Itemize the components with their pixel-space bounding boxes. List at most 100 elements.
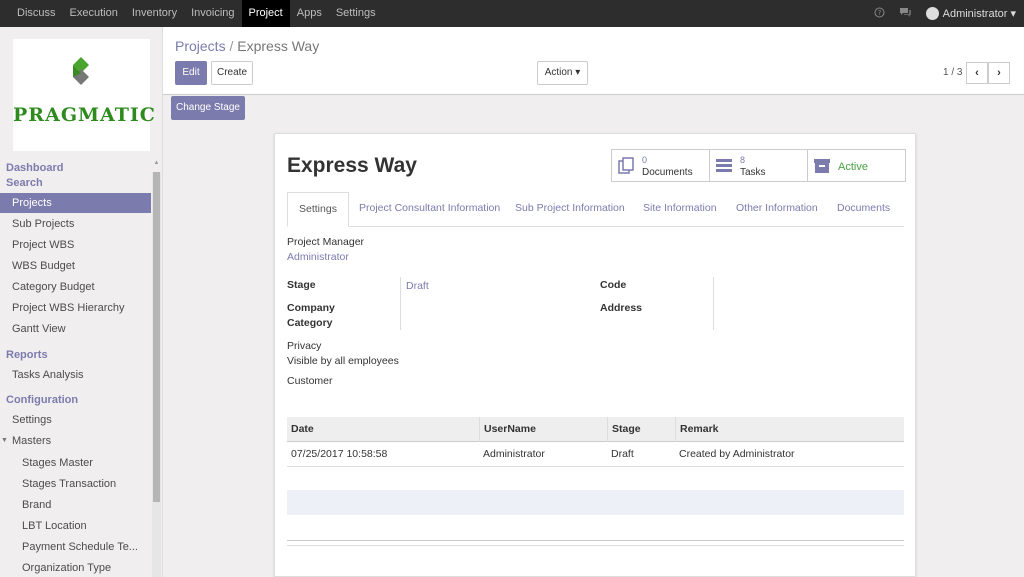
privacy-value[interactable]: Visible by all employees — [287, 355, 399, 367]
notebook-tabs: Settings Project Consultant Information … — [287, 192, 904, 227]
tasks-icon — [716, 159, 732, 172]
sidebar-item-projects[interactable]: Projects — [0, 193, 151, 213]
record-title: Express Way — [287, 154, 417, 177]
sidebar-item-gantt-view[interactable]: Gantt View — [0, 319, 151, 339]
tasks-label: Tasks — [740, 167, 766, 178]
help-icon[interactable]: ? — [874, 7, 885, 21]
user-menu[interactable]: Administrator ▾ — [943, 7, 1016, 20]
sidebar-item-stages-master[interactable]: Stages Master — [0, 453, 151, 473]
logo-text: PRAGMATIC — [13, 104, 156, 126]
menu-discuss[interactable]: Discuss — [10, 0, 63, 27]
documents-icon — [618, 157, 634, 174]
menu-apps[interactable]: Apps — [290, 0, 329, 27]
app-menu: Discuss Execution Inventory Invoicing Pr… — [10, 0, 383, 27]
sidebar-configuration: Configuration — [6, 394, 79, 406]
company-label: Company — [287, 302, 335, 314]
sidebar-scrollbar[interactable]: ▲ — [152, 160, 161, 577]
table-empty-row — [287, 490, 904, 515]
edit-button[interactable]: Edit — [175, 61, 207, 85]
menu-execution[interactable]: Execution — [63, 0, 125, 27]
pager-value[interactable]: 1 / 3 — [943, 67, 962, 78]
change-stage-button[interactable]: Change Stage — [171, 96, 245, 120]
logo-mark-icon — [73, 57, 89, 85]
column-remark[interactable]: Remark — [675, 417, 904, 442]
documents-label: Documents — [642, 167, 693, 178]
sidebar-item-sub-projects[interactable]: Sub Projects — [0, 214, 151, 234]
sidebar-item-stages-transaction[interactable]: Stages Transaction — [0, 474, 151, 494]
breadcrumb-separator: / — [225, 38, 238, 54]
project-manager-label: Project Manager — [287, 236, 365, 248]
top-navbar: Discuss Execution Inventory Invoicing Pr… — [0, 0, 1024, 27]
sidebar-item-masters[interactable]: ▼ Masters — [0, 431, 151, 451]
column-date[interactable]: Date — [287, 417, 479, 442]
create-button[interactable]: Create — [211, 61, 253, 85]
sidebar-item-project-wbs-hierarchy[interactable]: Project WBS Hierarchy — [0, 298, 151, 318]
menu-settings[interactable]: Settings — [329, 0, 383, 27]
company-logo: PRAGMATIC — [13, 39, 156, 151]
tab-documents[interactable]: Documents — [837, 192, 890, 227]
cell-remark: Created by Administrator — [679, 448, 795, 460]
sidebar-search[interactable]: Search — [6, 177, 43, 189]
avatar[interactable] — [925, 7, 939, 20]
stage-value[interactable]: Draft — [406, 280, 429, 292]
menu-invoicing[interactable]: Invoicing — [184, 0, 241, 27]
cell-stage: Draft — [611, 448, 634, 460]
sidebar-item-brand[interactable]: Brand — [0, 495, 151, 515]
sidebar-item-settings[interactable]: Settings — [0, 410, 151, 430]
sidebar-dashboard[interactable]: Dashboard — [6, 162, 63, 174]
breadcrumb: Projects / Express Way — [175, 38, 319, 54]
archive-icon — [814, 159, 830, 173]
tab-settings[interactable]: Settings — [287, 192, 349, 227]
action-dropdown[interactable]: Action ▾ — [537, 61, 588, 85]
breadcrumb-current: Express Way — [237, 38, 320, 54]
sidebar-item-tasks-analysis[interactable]: Tasks Analysis — [0, 365, 151, 385]
tab-other-information[interactable]: Other Information — [736, 192, 818, 227]
table-row[interactable]: 07/25/2017 10:58:58 Administrator Draft … — [287, 442, 904, 467]
code-label: Code — [600, 279, 627, 291]
sidebar-item-wbs-budget[interactable]: WBS Budget — [0, 256, 151, 276]
smart-buttons: 0 Documents 8 Tasks Active — [611, 149, 906, 182]
field-divider — [713, 277, 714, 330]
sidebar-item-payment-schedule[interactable]: Payment Schedule Te... — [0, 537, 151, 557]
breadcrumb-projects[interactable]: Projects — [175, 38, 226, 54]
table-header: Date UserName Stage Remark — [287, 417, 904, 442]
pager-previous-button[interactable]: ‹ — [966, 62, 988, 84]
scrollbar-thumb[interactable] — [153, 172, 160, 502]
column-username[interactable]: UserName — [479, 417, 607, 442]
tab-site-information[interactable]: Site Information — [643, 192, 717, 227]
stage-label: Stage — [287, 279, 316, 291]
scroll-up-icon[interactable]: ▲ — [152, 160, 161, 166]
svg-text:?: ? — [877, 9, 881, 17]
sidebar-reports: Reports — [6, 349, 48, 361]
documents-button[interactable]: 0 Documents — [612, 150, 710, 181]
sidebar-item-category-budget[interactable]: Category Budget — [0, 277, 151, 297]
active-toggle-button[interactable]: Active — [808, 150, 905, 181]
field-divider — [400, 277, 401, 330]
sidebar-item-label: Masters — [12, 435, 52, 447]
tasks-button[interactable]: 8 Tasks — [710, 150, 808, 181]
chat-icon[interactable] — [899, 7, 912, 21]
sidebar: PRAGMATIC Dashboard Search Projects Sub … — [0, 27, 163, 577]
sidebar-item-organization-type[interactable]: Organization Type — [0, 558, 151, 577]
address-label: Address — [600, 302, 643, 314]
menu-project[interactable]: Project — [241, 0, 290, 27]
sidebar-item-lbt-location[interactable]: LBT Location — [0, 516, 151, 536]
tab-sub-project-information[interactable]: Sub Project Information — [515, 192, 625, 227]
table-footer — [287, 540, 904, 546]
category-label: Category — [287, 317, 333, 329]
active-label: Active — [838, 161, 868, 173]
cell-date: 07/25/2017 10:58:58 — [291, 448, 388, 460]
project-manager-value[interactable]: Administrator — [287, 251, 349, 263]
pager-next-button[interactable]: › — [988, 62, 1010, 84]
sidebar-item-project-wbs[interactable]: Project WBS — [0, 235, 151, 255]
tasks-count: 8 — [740, 155, 746, 165]
documents-count: 0 — [642, 155, 648, 165]
tab-project-consultant-information[interactable]: Project Consultant Information — [359, 192, 500, 227]
cell-username: Administrator — [483, 448, 545, 460]
customer-label: Customer — [287, 375, 333, 387]
form-sheet: Express Way 0 Documents 8 Tasks Active S… — [274, 133, 916, 577]
caret-down-icon: ▼ — [1, 437, 8, 444]
privacy-label: Privacy — [287, 340, 322, 352]
column-stage[interactable]: Stage — [607, 417, 675, 442]
menu-inventory[interactable]: Inventory — [125, 0, 184, 27]
